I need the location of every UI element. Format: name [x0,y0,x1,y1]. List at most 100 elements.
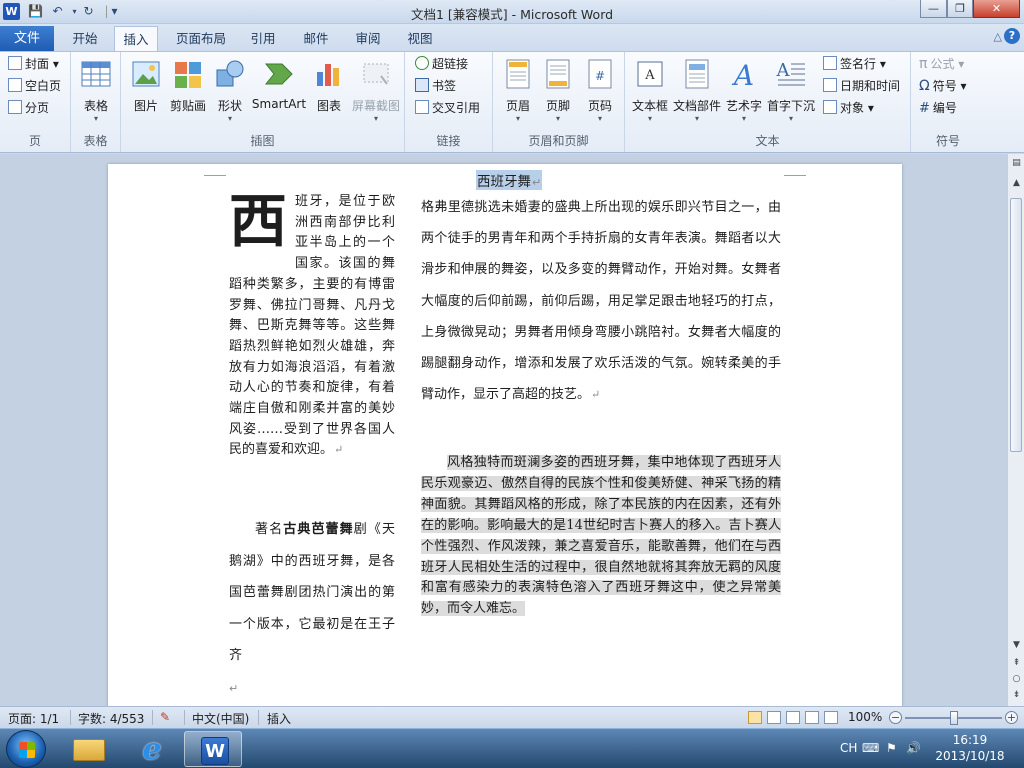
page-break-button[interactable]: 分页 [8,98,49,118]
zoom-slider-thumb[interactable] [950,711,958,725]
smartart-label: SmartArt [251,97,307,111]
minimize-ribbon-icon[interactable]: △ [994,30,1002,43]
zoom-in-icon[interactable]: + [1005,711,1018,724]
zoom-level[interactable]: 100% [848,710,882,724]
numbering-button[interactable]: # 编号 [919,98,957,118]
paragraph-text: 著名 [255,522,284,537]
group-header-footer: 页眉 ▾ 页脚 ▾ # 页码 ▾ 页眉和页脚 [493,52,625,152]
column-2-paragraph-1[interactable]: 格弗里德挑选未婚妻的盛典上所出现的娱乐即兴节目之一，由两个徒手的男青年和两个手持… [421,192,781,410]
browse-object-icon[interactable]: ○ [1009,672,1024,687]
next-page-icon[interactable]: ⇟ [1009,688,1024,703]
number-sign-icon: # [919,101,930,116]
tab-insert[interactable]: 插入 [114,26,158,51]
keyboard-icon[interactable]: ⌨ [862,741,879,755]
taskbar-internet-explorer[interactable]: e [122,731,180,767]
smartart-icon [264,63,293,85]
cover-page-icon [8,56,22,70]
scroll-up-icon[interactable]: ▲ [1009,176,1024,191]
input-language-indicator[interactable]: CH [840,741,857,755]
group-tables: 表格 ▾ 表格 [71,52,121,152]
object-button[interactable]: 对象 ▾ [823,98,874,118]
signature-line-label: 签名行 [840,57,877,71]
date-time-label: 日期和时间 [840,79,901,93]
proofing-icon[interactable]: ✎ [160,710,170,724]
picture-icon [132,61,160,87]
document-heading[interactable]: 西班牙舞↵ [476,170,543,190]
date-time-button[interactable]: 日期和时间 [823,76,900,96]
column-1-paragraph-2[interactable]: 著名古典芭蕾舞剧《天鹅湖》中的西班牙舞，是各国芭蕾舞剧团热门演出的第一个版本，它… [229,514,395,672]
page-count[interactable]: 页面: 1/1 [8,710,59,727]
clipart-button[interactable]: 剪贴画 [167,56,209,114]
cover-page-button[interactable]: 封面 ▾ [8,54,59,74]
maximize-button[interactable]: ❐ [947,0,973,18]
shapes-button[interactable]: 形状 ▾ [213,56,247,124]
scroll-thumb[interactable] [1010,198,1022,452]
wordart-button[interactable]: A 艺术字 ▾ [725,56,763,124]
previous-page-icon[interactable]: ⇞ [1009,656,1024,671]
close-button[interactable]: ✕ [973,0,1020,18]
group-pages: 封面 ▾ 空白页 分页 页 [0,52,71,152]
ruler-toggle-icon[interactable]: ▤ [1009,156,1024,171]
textbox-icon: A [637,61,663,87]
table-button[interactable]: 表格 ▾ [78,56,114,124]
drop-cap-button[interactable]: A 首字下沉 ▾ [767,56,815,124]
screenshot-label: 屏幕截图 [351,99,400,113]
hyperlink-button[interactable]: 超链接 [415,54,468,74]
screenshot-button[interactable]: 屏幕截图 ▾ [349,56,403,124]
help-icon[interactable]: ? [1004,28,1020,44]
header-button[interactable]: 页眉 ▾ [499,56,537,124]
language-indicator[interactable]: 中文(中国) [192,710,249,727]
symbol-button[interactable]: Ω 符号 ▾ [919,76,967,96]
action-center-flag-icon[interactable]: ⚑ [886,741,897,755]
textbox-button[interactable]: A 文本框 ▾ [631,56,669,124]
cross-reference-button[interactable]: 交叉引用 [415,98,480,118]
header-label: 页眉 [505,99,530,113]
start-button[interactable] [6,730,46,768]
signature-line-button[interactable]: 签名行 ▾ [823,54,886,74]
equation-button[interactable]: π 公式 ▾ [919,54,964,74]
cover-page-label: 封面 [25,57,50,71]
paragraph-mark: ↵ [334,443,344,457]
bookmark-button[interactable]: 书签 [415,76,456,96]
tab-page-layout[interactable]: 页面布局 [170,26,232,51]
taskbar-word[interactable]: W [184,731,242,767]
clock[interactable]: 16:19 2013/10/18 [930,732,1010,764]
insert-mode-indicator[interactable]: 插入 [267,710,291,727]
group-text: A 文本框 ▾ 文档部件 ▾ A 艺术字 ▾ A 首字下沉 ▾ 签名行 ▾ 日期和时间 … [625,52,911,152]
column-2-paragraph-2[interactable]: 风格独特而斑澜多姿的西班牙舞，集中地体现了西班牙人民乐观豪迈、傲然自得的民族个性… [421,453,781,620]
paragraph-text: 剧《天鹅湖》中的西班牙舞，是各国芭蕾舞剧团热门演出的第一个版本，它最初是在王子齐 [229,522,395,663]
word-count[interactable]: 字数: 4/553 [78,710,144,727]
group-links: 超链接 书签 交叉引用 链接 [405,52,493,152]
tab-mailings[interactable]: 邮件 [295,26,337,51]
tab-home[interactable]: 开始 [60,26,110,51]
footer-button[interactable]: 页脚 ▾ [539,56,577,124]
volume-icon[interactable]: 🔊 [906,741,921,755]
quick-parts-button[interactable]: 文档部件 ▾ [673,56,721,124]
svg-text:A: A [776,60,791,81]
smartart-button[interactable]: SmartArt [251,56,307,111]
blank-page-button[interactable]: 空白页 [8,76,61,96]
tab-file[interactable]: 文件 [0,26,54,51]
chart-button[interactable]: 图表 [311,56,347,114]
quick-parts-icon [685,59,709,89]
draft-view-icon[interactable] [824,711,838,724]
status-bar: 页面: 1/1 字数: 4/553 ✎ 中文(中国) 插入 100% − + [0,706,1024,728]
vertical-scrollbar[interactable]: ▤ ▲ ▼ ⇞ ○ ⇟ [1007,154,1024,706]
full-screen-reading-view-icon[interactable] [767,711,781,724]
object-label: 对象 [840,101,865,115]
scroll-down-icon[interactable]: ▼ [1009,638,1024,653]
page-number-button[interactable]: # 页码 ▾ [581,56,619,124]
outline-view-icon[interactable] [805,711,819,724]
picture-button[interactable]: 图片 [129,56,163,114]
taskbar-explorer[interactable] [60,731,118,767]
tab-references[interactable]: 引用 [242,26,284,51]
tab-review[interactable]: 审阅 [347,26,389,51]
web-layout-view-icon[interactable] [786,711,800,724]
print-layout-view-icon[interactable] [748,711,762,724]
zoom-out-icon[interactable]: − [889,711,902,724]
document-page[interactable]: 西班牙舞↵ 西 班牙，是位于欧洲西南部伊比利亚半岛上的一个国家。该国的舞蹈种类繁… [108,164,902,706]
drop-cap[interactable]: 西 [229,192,291,256]
minimize-button[interactable]: — [920,0,947,18]
tab-view[interactable]: 视图 [399,26,441,51]
column-1-paragraph-1[interactable]: 西 班牙，是位于欧洲西南部伊比利亚半岛上的一个国家。该国的舞蹈种类繁多，主要的有… [229,192,395,461]
